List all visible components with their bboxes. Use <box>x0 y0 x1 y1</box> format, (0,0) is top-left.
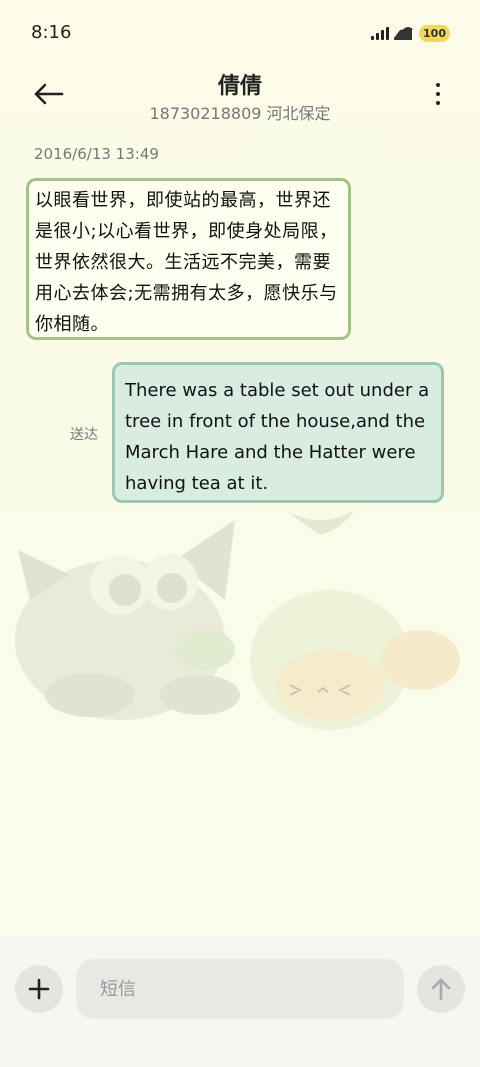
signal-icon <box>371 26 390 40</box>
status-bar: 8:16 100 <box>0 0 480 68</box>
message-timestamp: 2016/6/13 13:49 <box>34 145 159 163</box>
contact-number-location: 18730218809 河北保定 <box>149 104 331 123</box>
status-icons: 100 <box>371 20 450 46</box>
delivery-status: 送达 <box>70 427 98 443</box>
sms-input[interactable] <box>76 959 404 1019</box>
incoming-message-bubble[interactable]: 以眼看世界，即使站的最高，世界还是很小;以心看世界，即使身处局限，世界依然很大。… <box>26 178 351 340</box>
arrow-up-icon <box>431 978 451 1001</box>
conversation-header: 倩倩 18730218809 河北保定 <box>0 68 480 128</box>
chat-background-illustration <box>15 510 460 730</box>
contact-name: 倩倩 <box>217 74 262 99</box>
add-attachment-button[interactable] <box>15 965 63 1013</box>
status-time: 8:16 <box>31 22 72 43</box>
message-composer <box>0 937 480 1067</box>
wifi-icon <box>392 24 414 42</box>
more-options-button[interactable] <box>428 76 448 112</box>
send-button[interactable] <box>417 965 465 1013</box>
plus-icon <box>28 978 50 1000</box>
outgoing-message-bubble[interactable]: There was a table set out under a tree i… <box>112 362 444 503</box>
more-vertical-icon <box>436 83 440 87</box>
battery-icon: 100 <box>419 24 450 42</box>
